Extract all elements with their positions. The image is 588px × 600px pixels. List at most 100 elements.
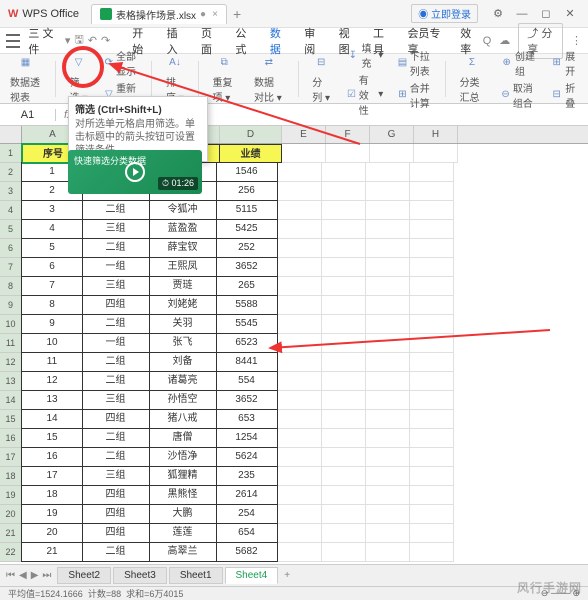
file-tab[interactable]: 表格操作场景.xlsx ● ×	[91, 4, 227, 24]
cell[interactable]: 14	[21, 409, 83, 429]
cell[interactable]	[278, 277, 322, 296]
cell[interactable]	[278, 239, 322, 258]
cell[interactable]	[410, 353, 454, 372]
row-header[interactable]: 3	[0, 182, 22, 201]
cell[interactable]	[322, 163, 366, 182]
row-header[interactable]: 21	[0, 524, 22, 543]
cell[interactable]: 2614	[216, 485, 278, 505]
cell[interactable]	[278, 315, 322, 334]
toolbar-dropdown-icon[interactable]: ▾	[65, 34, 71, 47]
cell[interactable]: 5682	[216, 542, 278, 562]
row-header[interactable]: 15	[0, 410, 22, 429]
cell[interactable]	[366, 410, 410, 429]
cell[interactable]: 蓝盈盈	[149, 219, 217, 239]
cell[interactable]	[366, 353, 410, 372]
cell[interactable]	[322, 543, 366, 562]
cell[interactable]: 二组	[82, 428, 150, 448]
cell[interactable]: 一组	[82, 257, 150, 277]
cell[interactable]	[366, 467, 410, 486]
cell[interactable]: 四组	[82, 485, 150, 505]
cell[interactable]: 4	[21, 219, 83, 239]
cell[interactable]: 5425	[216, 219, 278, 239]
cell[interactable]: 12	[21, 371, 83, 391]
cell[interactable]: 诸葛亮	[149, 371, 217, 391]
cell[interactable]	[322, 201, 366, 220]
cell[interactable]: 654	[216, 523, 278, 543]
cell[interactable]: 三组	[82, 276, 150, 296]
cell[interactable]	[410, 334, 454, 353]
cell[interactable]	[278, 524, 322, 543]
cell[interactable]: 9	[21, 314, 83, 334]
cell[interactable]: 唐僧	[149, 428, 217, 448]
cloud-icon[interactable]: ☁	[499, 34, 510, 47]
cell[interactable]: 1546	[216, 162, 278, 182]
cell[interactable]	[366, 315, 410, 334]
cell[interactable]: 16	[21, 447, 83, 467]
dropdown-list-button[interactable]: ▤下拉列表	[395, 48, 435, 78]
cell[interactable]	[322, 467, 366, 486]
cell[interactable]	[322, 182, 366, 201]
cell[interactable]: 贾琏	[149, 276, 217, 296]
cell[interactable]	[410, 429, 454, 448]
cell[interactable]: 关羽	[149, 314, 217, 334]
new-tab-button[interactable]: +	[233, 6, 241, 22]
cell[interactable]	[278, 372, 322, 391]
cell[interactable]	[410, 505, 454, 524]
cell[interactable]	[278, 163, 322, 182]
close-window-icon[interactable]: ✕	[560, 4, 580, 24]
cell[interactable]: 5115	[216, 200, 278, 220]
cell[interactable]	[278, 182, 322, 201]
cell[interactable]	[278, 429, 322, 448]
add-sheet-button[interactable]: +	[284, 570, 290, 581]
cell[interactable]: 刘姥姥	[149, 295, 217, 315]
row-header[interactable]: 10	[0, 315, 22, 334]
expand-button[interactable]: ⊞展开	[548, 48, 582, 78]
cell[interactable]: 3652	[216, 390, 278, 410]
sheet-nav-first[interactable]: ⏮	[6, 570, 15, 581]
row-header[interactable]: 20	[0, 505, 22, 524]
cell[interactable]: 四组	[82, 523, 150, 543]
cell[interactable]	[278, 258, 322, 277]
cell[interactable]	[370, 144, 414, 163]
row-header[interactable]: 9	[0, 296, 22, 315]
cell[interactable]: 二组	[82, 238, 150, 258]
cell[interactable]	[278, 410, 322, 429]
cell[interactable]	[410, 391, 454, 410]
cell[interactable]	[410, 448, 454, 467]
col-header-E[interactable]: E	[282, 126, 326, 143]
cell[interactable]: 254	[216, 504, 278, 524]
cell[interactable]	[410, 277, 454, 296]
cell[interactable]: 大鹏	[149, 504, 217, 524]
cell[interactable]: 二组	[82, 352, 150, 372]
cell[interactable]	[366, 277, 410, 296]
cell[interactable]	[322, 505, 366, 524]
collapse-button[interactable]: ⊟折叠	[548, 80, 582, 110]
cell[interactable]: 20	[21, 523, 83, 543]
cell[interactable]	[366, 334, 410, 353]
compare-button[interactable]: ⇄数据对比 ▾	[250, 54, 288, 104]
cell[interactable]	[322, 258, 366, 277]
cell[interactable]: 1254	[216, 428, 278, 448]
save-icon[interactable]: 🖫	[74, 31, 83, 50]
row-header[interactable]: 16	[0, 429, 22, 448]
cell[interactable]: 5	[21, 238, 83, 258]
cell[interactable]: 令狐冲	[149, 200, 217, 220]
cell[interactable]: 黑熊怪	[149, 485, 217, 505]
cell[interactable]	[322, 410, 366, 429]
cell[interactable]	[366, 239, 410, 258]
hamburger-icon[interactable]	[6, 34, 20, 48]
cell[interactable]	[366, 505, 410, 524]
cell[interactable]	[322, 239, 366, 258]
cell[interactable]: 5545	[216, 314, 278, 334]
cell[interactable]	[410, 315, 454, 334]
sheet-tab-Sheet3[interactable]: Sheet3	[113, 567, 167, 584]
cell[interactable]	[366, 448, 410, 467]
cell[interactable]	[410, 410, 454, 429]
cell[interactable]: 孙悟空	[149, 390, 217, 410]
sheet-tab-Sheet2[interactable]: Sheet2	[57, 567, 111, 584]
row-header[interactable]: 19	[0, 486, 22, 505]
cell[interactable]: 8441	[216, 352, 278, 372]
promo-card[interactable]: 快速筛选分类数据 ⏱ 01:26	[68, 150, 202, 194]
col-header-D[interactable]: D	[220, 126, 282, 143]
cell[interactable]: 四组	[82, 295, 150, 315]
